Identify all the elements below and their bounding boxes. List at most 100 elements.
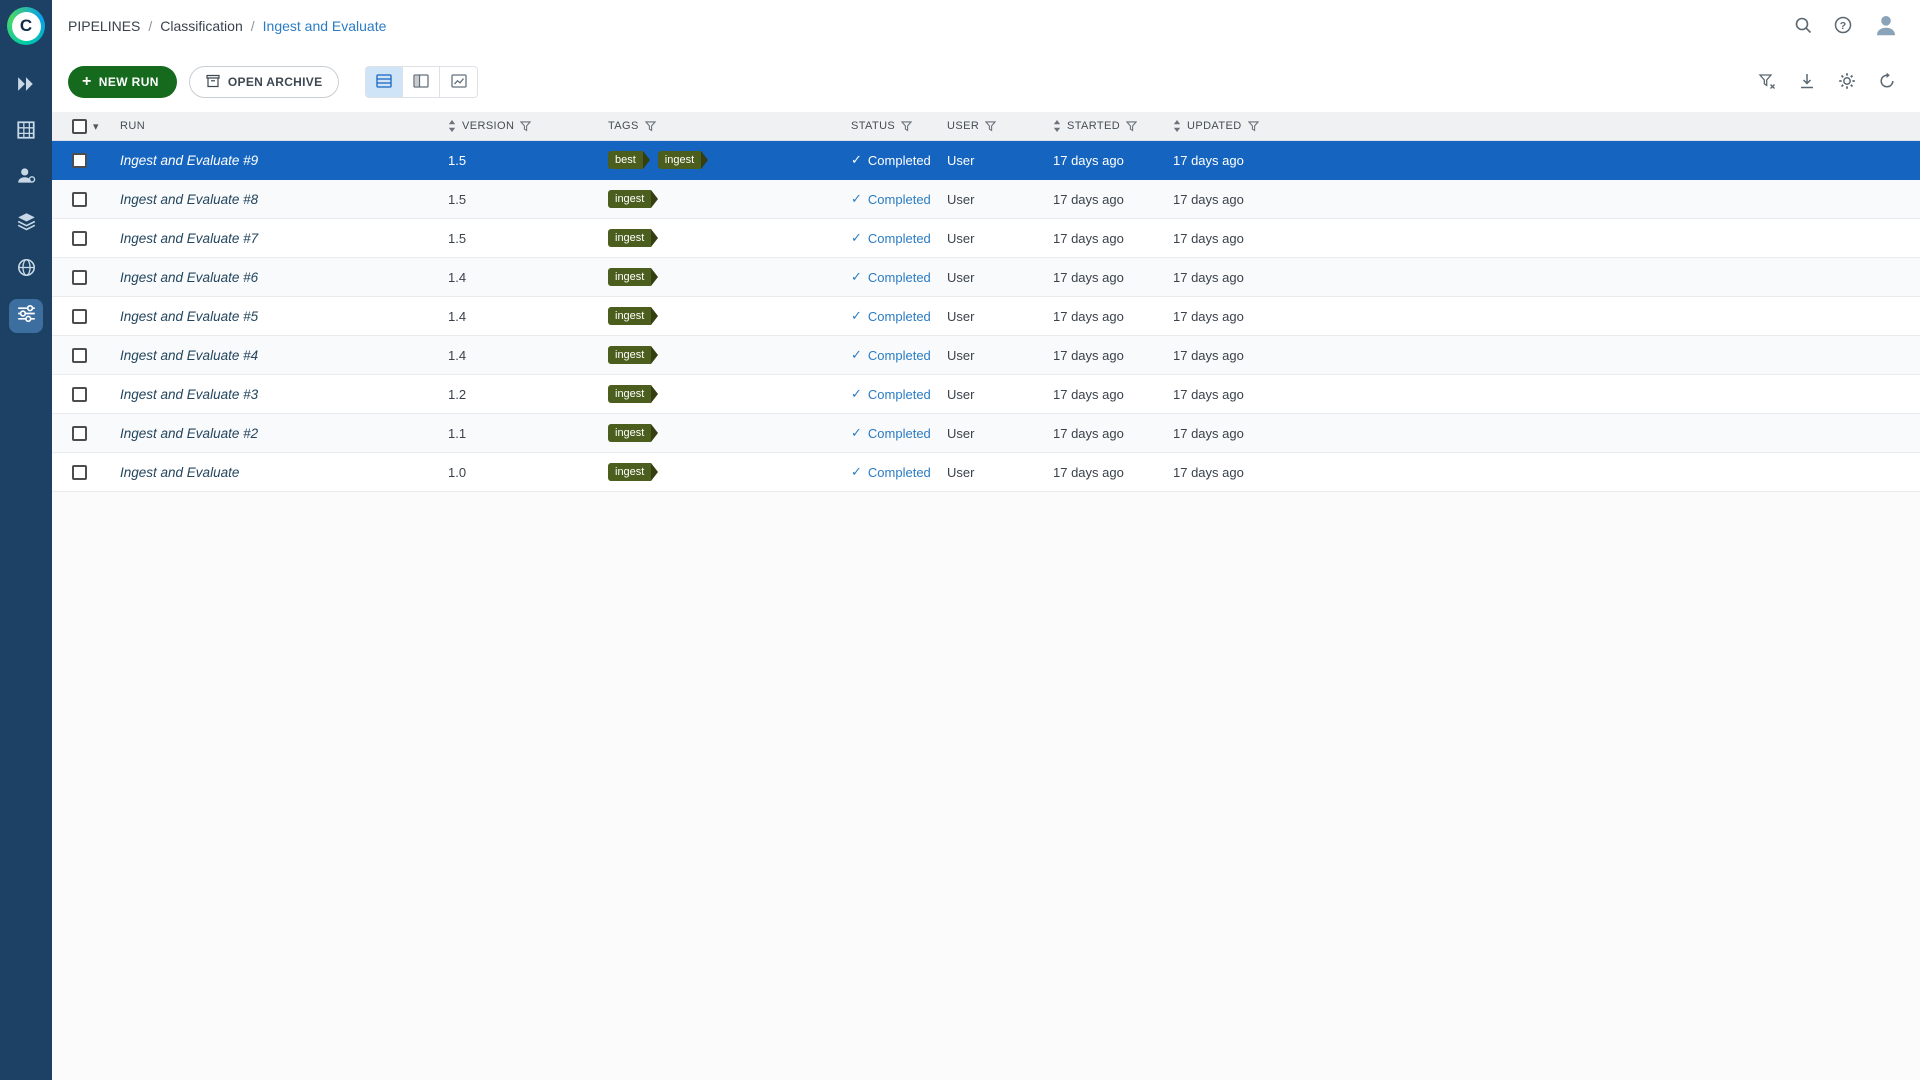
breadcrumb-pipelines[interactable]: PIPELINES [68,18,140,34]
run-user: User [939,192,1045,207]
search-button[interactable] [1794,16,1812,37]
tag-ingest: ingest [608,385,651,403]
filter-icon[interactable] [645,121,656,132]
check-icon: ✓ [851,464,862,480]
download-button[interactable] [1798,72,1816,93]
run-updated: 17 days ago [1165,309,1920,324]
logo-letter: C [12,12,41,41]
row-checkbox[interactable] [72,465,87,480]
tag-ingest: ingest [608,268,651,286]
run-name[interactable]: Ingest and Evaluate #4 [120,348,258,363]
status-label: Completed [868,153,931,168]
run-updated: 17 days ago [1165,387,1920,402]
top-bar: PIPELINES / Classification / Ingest and … [52,0,1920,52]
column-header-status[interactable]: STATUS [843,120,939,132]
run-tags: bestingest [600,151,843,169]
user-avatar[interactable] [1874,13,1898,40]
filter-icon[interactable] [1248,121,1259,132]
sidebar-item-datasets[interactable] [9,115,43,149]
sidebar-item-hyperdatasets[interactable] [9,207,43,241]
run-name[interactable]: Ingest and Evaluate #7 [120,231,258,246]
run-user: User [939,270,1045,285]
row-checkbox[interactable] [72,387,87,402]
run-name[interactable]: Ingest and Evaluate #9 [120,153,258,168]
clearml-logo[interactable]: C [7,7,45,45]
run-version: 1.5 [440,231,600,246]
row-checkbox[interactable] [72,348,87,363]
sort-icon[interactable] [1053,120,1061,132]
table-body: Ingest and Evaluate #9 1.5 bestingest ✓ … [52,141,1920,492]
run-name[interactable]: Ingest and Evaluate #2 [120,426,258,441]
split-view-button[interactable] [403,67,440,97]
sort-icon[interactable] [448,120,456,132]
status-label: Completed [868,348,931,363]
sidebar-item-pipelines[interactable] [9,299,43,333]
sidebar-item-reports[interactable] [9,253,43,287]
table-row[interactable]: Ingest and Evaluate 1.0 ingest ✓ Complet… [52,453,1920,492]
select-dropdown-caret[interactable]: ▾ [93,120,99,133]
table-row[interactable]: Ingest and Evaluate #5 1.4 ingest ✓ Comp… [52,297,1920,336]
help-button[interactable]: ? [1834,16,1852,37]
run-name[interactable]: Ingest and Evaluate [120,465,239,480]
run-name[interactable]: Ingest and Evaluate #3 [120,387,258,402]
auto-refresh-button[interactable] [1878,72,1896,93]
run-tags: ingest [600,463,843,481]
row-checkbox[interactable] [72,426,87,441]
row-checkbox[interactable] [72,153,87,168]
column-header-started[interactable]: STARTED [1045,120,1165,132]
table-row[interactable]: Ingest and Evaluate #2 1.1 ingest ✓ Comp… [52,414,1920,453]
run-tags: ingest [600,229,843,247]
run-version: 1.0 [440,465,600,480]
filter-icon[interactable] [1126,121,1137,132]
download-icon [1798,72,1816,93]
breadcrumb-project[interactable]: Classification [160,18,242,34]
chart-view-button[interactable] [440,67,477,97]
filter-icon[interactable] [901,121,912,132]
tag-ingest: ingest [608,190,651,208]
table-row[interactable]: Ingest and Evaluate #7 1.5 ingest ✓ Comp… [52,219,1920,258]
row-checkbox[interactable] [72,309,87,324]
run-name-cell: Ingest and Evaluate #7 [112,231,440,246]
select-all-checkbox[interactable] [72,119,87,134]
sort-icon[interactable] [1173,120,1181,132]
run-version: 1.4 [440,309,600,324]
row-checkbox[interactable] [72,231,87,246]
run-name[interactable]: Ingest and Evaluate #8 [120,192,258,207]
run-name[interactable]: Ingest and Evaluate #6 [120,270,258,285]
column-header-tags[interactable]: TAGS [600,120,843,132]
filter-icon[interactable] [985,121,996,132]
run-name[interactable]: Ingest and Evaluate #5 [120,309,258,324]
check-icon: ✓ [851,152,862,168]
run-tags: ingest [600,190,843,208]
open-archive-button[interactable]: OPEN ARCHIVE [189,66,340,98]
table-row[interactable]: Ingest and Evaluate #8 1.5 ingest ✓ Comp… [52,180,1920,219]
table-view-button[interactable] [366,67,403,97]
row-checkbox[interactable] [72,192,87,207]
row-checkbox[interactable] [72,270,87,285]
run-started: 17 days ago [1045,426,1165,441]
column-header-run[interactable]: RUN [112,120,440,132]
column-label: USER [947,120,979,132]
table-row[interactable]: Ingest and Evaluate #9 1.5 bestingest ✓ … [52,141,1920,180]
table-row[interactable]: Ingest and Evaluate #6 1.4 ingest ✓ Comp… [52,258,1920,297]
column-header-version[interactable]: VERSION [440,120,600,132]
run-user: User [939,231,1045,246]
settings-button[interactable] [1838,72,1856,93]
row-checkbox-cell [52,192,112,207]
run-user: User [939,465,1045,480]
table-row[interactable]: Ingest and Evaluate #4 1.4 ingest ✓ Comp… [52,336,1920,375]
sidebar-item-workers[interactable] [9,161,43,195]
column-label: STARTED [1067,120,1120,132]
table-row[interactable]: Ingest and Evaluate #3 1.2 ingest ✓ Comp… [52,375,1920,414]
new-run-button[interactable]: + NEW RUN [68,66,177,98]
clear-filters-button[interactable] [1758,72,1776,93]
refresh-icon [1878,72,1896,93]
filter-icon[interactable] [520,121,531,132]
avatar-icon [1874,13,1898,40]
check-icon: ✓ [851,230,862,246]
row-checkbox-cell [52,270,112,285]
column-header-user[interactable]: USER [939,120,1045,132]
column-header-updated[interactable]: UPDATED [1165,120,1920,132]
run-updated: 17 days ago [1165,426,1920,441]
sidebar-item-projects[interactable] [9,69,43,103]
